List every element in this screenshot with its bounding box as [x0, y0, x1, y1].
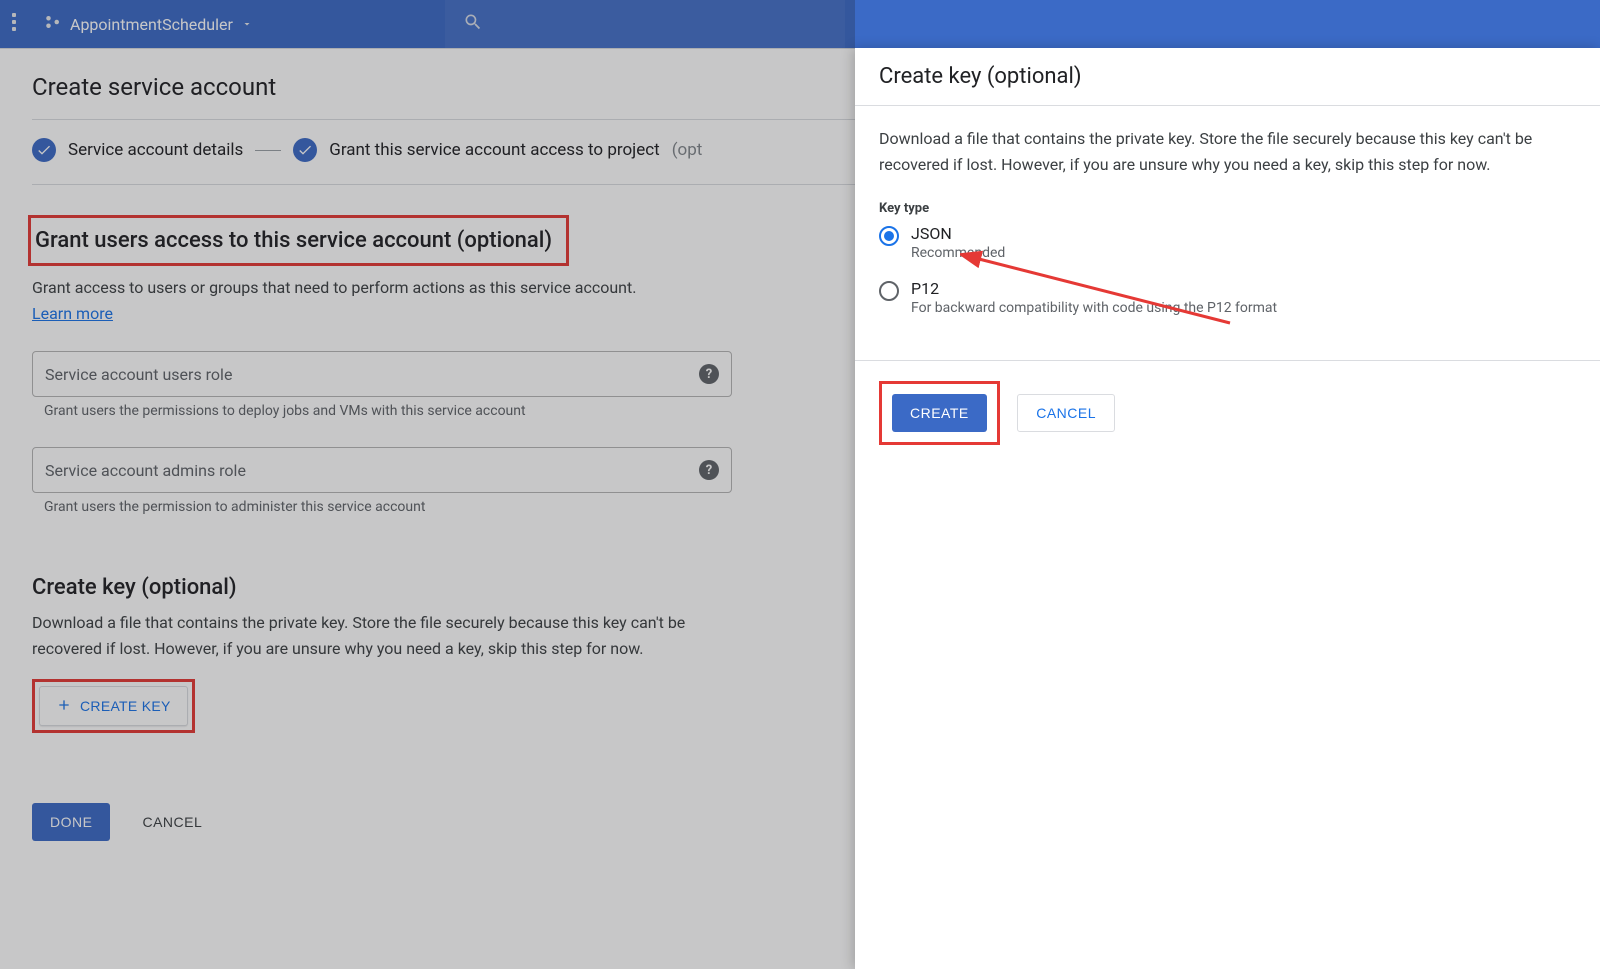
learn-more-link[interactable]: Learn more — [32, 304, 113, 323]
annotation-highlight-heading: Grant users access to this service accou… — [28, 215, 569, 266]
radio-unselected-icon — [879, 281, 899, 301]
done-button[interactable]: DONE — [32, 803, 110, 841]
step-1-label: Service account details — [68, 140, 243, 160]
plus-icon — [56, 697, 72, 716]
search-bar[interactable] — [445, 0, 845, 48]
check-icon — [293, 138, 317, 162]
create-key-button[interactable]: CREATE KEY — [39, 686, 188, 726]
key-type-json-option[interactable]: JSON Recommended — [879, 224, 1576, 261]
p12-option-title: P12 — [911, 279, 1277, 298]
json-option-title: JSON — [911, 224, 1005, 243]
check-icon — [32, 138, 56, 162]
key-type-label: Key type — [879, 201, 1576, 216]
top-bar: AppointmentScheduler — [0, 0, 1600, 48]
create-key-desc: Download a file that contains the privat… — [32, 610, 732, 661]
step-2-label: Grant this service account access to pro… — [329, 140, 659, 160]
project-picker[interactable]: AppointmentScheduler — [32, 13, 265, 35]
users-role-input[interactable]: Service account users role ? — [32, 351, 732, 397]
help-icon[interactable]: ? — [699, 460, 719, 480]
p12-option-sub: For backward compatibility with code usi… — [911, 300, 1277, 316]
radio-selected-icon — [879, 226, 899, 246]
panel-cancel-button[interactable]: CANCEL — [1017, 394, 1115, 432]
annotation-highlight-create: CREATE — [879, 381, 1000, 445]
panel-desc: Download a file that contains the privat… — [879, 126, 1576, 177]
annotation-highlight-create-key: CREATE KEY — [32, 679, 195, 733]
panel-header: Create key (optional) — [855, 48, 1600, 106]
create-key-button-label: CREATE KEY — [80, 698, 171, 714]
panel-title: Create key (optional) — [879, 64, 1576, 89]
menu-icon[interactable] — [12, 13, 32, 35]
search-icon — [463, 12, 483, 36]
json-option-sub: Recommended — [911, 245, 1005, 261]
create-key-panel: Create key (optional) Download a file th… — [855, 48, 1600, 969]
step-2-suffix: (opt — [672, 140, 703, 160]
admins-role-input[interactable]: Service account admins role ? — [32, 447, 732, 493]
help-icon[interactable]: ? — [699, 364, 719, 384]
panel-create-button[interactable]: CREATE — [892, 394, 987, 432]
project-name: AppointmentScheduler — [70, 15, 233, 34]
chevron-down-icon — [241, 15, 253, 34]
stepper-divider — [255, 150, 281, 151]
project-icon — [44, 13, 62, 35]
cancel-button[interactable]: CANCEL — [142, 814, 202, 830]
grant-access-heading: Grant users access to this service accou… — [35, 228, 552, 253]
users-role-placeholder: Service account users role — [45, 365, 232, 384]
admins-role-placeholder: Service account admins role — [45, 461, 246, 480]
key-type-p12-option[interactable]: P12 For backward compatibility with code… — [879, 279, 1576, 316]
